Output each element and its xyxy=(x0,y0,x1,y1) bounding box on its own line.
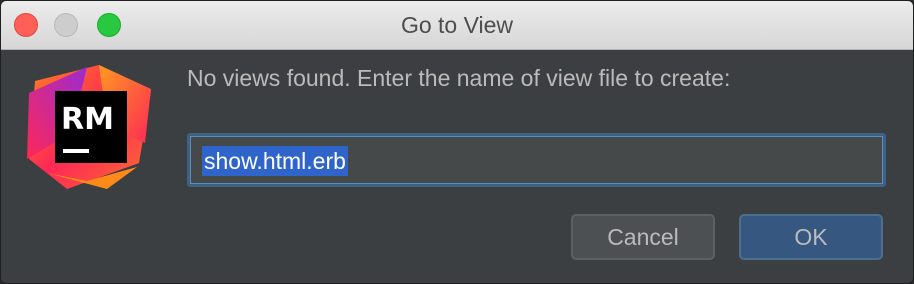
dialog-window: Go to View RM No views found. Enter the … xyxy=(0,0,914,284)
title-bar[interactable]: Go to View xyxy=(1,1,913,50)
cancel-button[interactable]: Cancel xyxy=(571,214,715,260)
dialog-message: No views found. Enter the name of view f… xyxy=(187,65,731,91)
ok-button[interactable]: OK xyxy=(739,214,883,260)
svg-text:RM: RM xyxy=(61,102,114,137)
rubymine-logo-icon: RM xyxy=(27,65,151,189)
window-title: Go to View xyxy=(400,12,514,38)
view-name-input[interactable]: show.html.erb xyxy=(187,133,886,187)
input-value-selected[interactable]: show.html.erb xyxy=(202,146,348,176)
